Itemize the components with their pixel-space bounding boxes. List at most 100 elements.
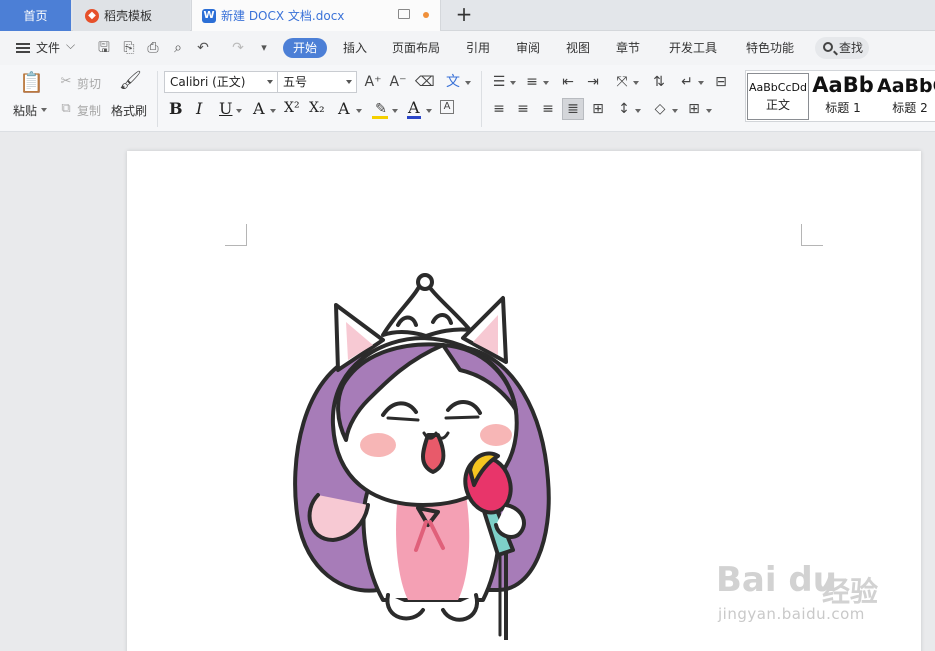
- superscript-button[interactable]: X²: [284, 100, 300, 116]
- numbered-list-icon[interactable]: ≡: [523, 73, 541, 91]
- watermark-logo: Bai du: [716, 560, 837, 600]
- decrease-indent-icon[interactable]: ⇤: [559, 73, 577, 91]
- justify-icon[interactable]: ≣: [562, 98, 584, 120]
- chevron-down-icon[interactable]: [392, 109, 398, 113]
- chevron-down-icon[interactable]: [706, 109, 712, 113]
- redo-icon[interactable]: ↷: [230, 40, 246, 56]
- search-icon: [823, 42, 833, 52]
- tab-document[interactable]: W 新建 DOCX 文档.docx: [191, 0, 441, 31]
- show-marks-icon[interactable]: ↵: [678, 73, 696, 91]
- margin-corner-top-left: [225, 224, 247, 246]
- strikethrough-icon[interactable]: A: [253, 99, 265, 118]
- tab-home[interactable]: 首页: [0, 0, 71, 31]
- tab-templates-label: 稻壳模板: [104, 9, 153, 23]
- chevron-down-icon[interactable]: [543, 81, 549, 85]
- style-heading-1[interactable]: AaBb 标题 1: [812, 73, 874, 120]
- paste-button[interactable]: 粘贴: [13, 102, 37, 119]
- tab-developer[interactable]: 开发工具: [669, 39, 717, 56]
- print-preview-icon[interactable]: ⌕: [170, 40, 186, 56]
- font-size-value: 五号: [283, 75, 308, 89]
- chevron-down-icon[interactable]: ⌵: [66, 38, 75, 53]
- chevron-down-icon[interactable]: [270, 109, 276, 113]
- tab-view[interactable]: 视图: [566, 39, 590, 56]
- undo-icon[interactable]: ↶: [195, 40, 211, 56]
- cut-button[interactable]: 剪切: [77, 75, 101, 92]
- menu-icon[interactable]: [16, 43, 30, 53]
- tab-insert[interactable]: 插入: [343, 39, 367, 56]
- distribute-icon[interactable]: ⊞: [589, 100, 607, 118]
- tab-special-features[interactable]: 特色功能: [746, 39, 794, 56]
- subscript-button[interactable]: X₂: [309, 100, 325, 116]
- font-color-icon[interactable]: A: [408, 98, 420, 117]
- tab-templates[interactable]: ◆ 稻壳模板: [73, 0, 190, 31]
- bold-button[interactable]: B: [169, 99, 183, 118]
- style-sample: AaBb: [812, 73, 874, 97]
- line-spacing-icon[interactable]: ↕: [615, 100, 633, 118]
- print-icon[interactable]: ⎙: [145, 40, 161, 56]
- chevron-down-icon[interactable]: [426, 109, 432, 113]
- file-menu[interactable]: 文件: [36, 39, 60, 56]
- customize-dropdown-icon[interactable]: ▾: [256, 40, 272, 56]
- char-border-icon[interactable]: A: [440, 100, 454, 114]
- borders-icon[interactable]: ⊞: [685, 100, 703, 118]
- ruler-icon[interactable]: ⊟: [712, 73, 730, 91]
- cat-singer-image[interactable]: [248, 250, 588, 640]
- chevron-down-icon[interactable]: [465, 81, 471, 85]
- paste-icon[interactable]: 📋: [19, 72, 44, 97]
- watermark-url: jingyan.baidu.com: [718, 605, 865, 623]
- save-icon[interactable]: 🖫: [96, 40, 112, 56]
- tab-review[interactable]: 审阅: [516, 39, 540, 56]
- copy-button[interactable]: 复制: [77, 102, 101, 119]
- bullet-list-icon[interactable]: ☰: [490, 73, 508, 91]
- search-button[interactable]: 查找: [815, 37, 869, 59]
- margin-corner-top-right: [801, 224, 823, 246]
- ribbon: 📋 粘贴 ✂ 剪切 ⧉ 复制 🖌 格式刷 Calibri (正文) 五号 A⁺ …: [0, 65, 935, 132]
- italic-button[interactable]: I: [196, 99, 202, 118]
- font-color-bar: [407, 116, 421, 119]
- chevron-down-icon[interactable]: [698, 81, 704, 85]
- divider: [481, 71, 482, 127]
- increase-indent-icon[interactable]: ⇥: [584, 73, 602, 91]
- tab-document-label: 新建 DOCX 文档.docx: [221, 9, 345, 23]
- style-name: 标题 1: [825, 101, 861, 115]
- monitor-icon[interactable]: [398, 9, 410, 19]
- sort-icon[interactable]: ⇅: [650, 73, 668, 91]
- tab-references[interactable]: 引用: [466, 39, 490, 56]
- search-label: 查找: [839, 41, 864, 55]
- style-sample: AaBbCcDd: [749, 81, 807, 94]
- tab-chapter[interactable]: 章节: [616, 39, 640, 56]
- grow-font-icon[interactable]: A⁺: [364, 73, 382, 91]
- chevron-down-icon[interactable]: [672, 109, 678, 113]
- format-painter-button[interactable]: 格式刷: [111, 102, 147, 119]
- chevron-down-icon: [267, 80, 273, 84]
- shrink-font-icon[interactable]: A⁻: [389, 73, 407, 91]
- chevron-down-icon[interactable]: [356, 109, 362, 113]
- format-copy-icon[interactable]: ⎘: [121, 40, 137, 56]
- tab-start[interactable]: 开始: [283, 38, 327, 58]
- font-name-select[interactable]: Calibri (正文): [164, 71, 278, 93]
- align-right-icon[interactable]: ≡: [539, 100, 557, 118]
- paste-dropdown-icon[interactable]: [41, 108, 47, 112]
- underline-button[interactable]: U: [219, 99, 232, 118]
- phonetic-guide-icon[interactable]: 文: [444, 73, 462, 91]
- chevron-down-icon[interactable]: [510, 81, 516, 85]
- unsaved-dot-icon: [423, 12, 429, 18]
- divider: [157, 71, 158, 127]
- watermark-cn: 经验: [822, 575, 879, 608]
- font-size-select[interactable]: 五号: [277, 71, 357, 93]
- style-heading-2[interactable]: AaBbC 标题 2: [877, 73, 935, 120]
- style-normal[interactable]: AaBbCcDd 正文: [747, 73, 809, 120]
- chevron-down-icon[interactable]: [635, 109, 641, 113]
- new-tab-button[interactable]: +: [453, 3, 475, 27]
- tab-page-layout[interactable]: 页面布局: [392, 39, 440, 56]
- clear-format-icon[interactable]: ⌫: [415, 73, 435, 91]
- chinese-layout-icon[interactable]: ⤧: [613, 73, 631, 91]
- align-left-icon[interactable]: ≡: [490, 100, 508, 118]
- text-effect-icon[interactable]: A: [338, 99, 350, 118]
- format-painter-icon[interactable]: 🖌: [119, 72, 142, 96]
- chevron-down-icon[interactable]: [633, 81, 639, 85]
- tab-home-label: 首页: [23, 9, 48, 23]
- align-center-icon[interactable]: ≡: [514, 100, 532, 118]
- shading-icon[interactable]: ◇: [651, 100, 669, 118]
- chevron-down-icon[interactable]: [236, 109, 242, 113]
